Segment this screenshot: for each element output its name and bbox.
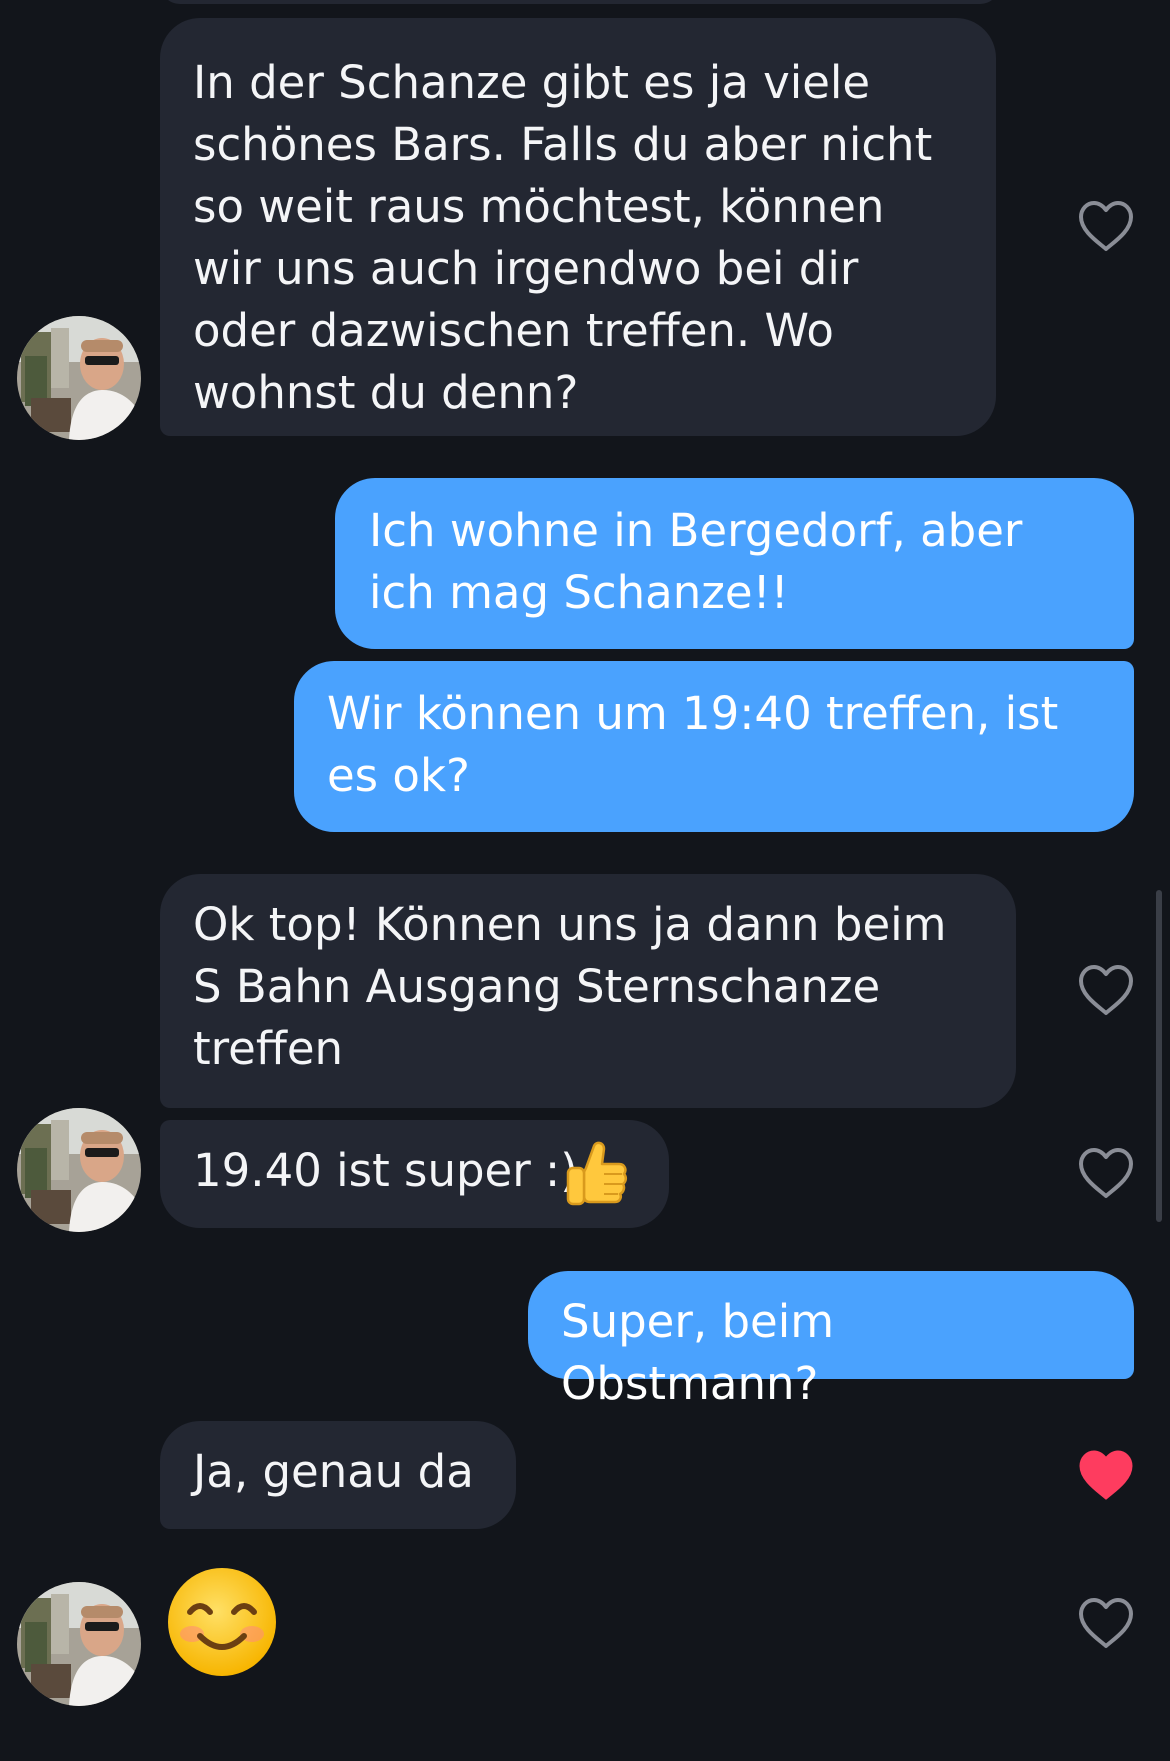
message-text: 19.40 ist super :): [193, 1144, 578, 1197]
message-text: Ok top! Können uns ja dann beim S Bahn A…: [193, 898, 947, 1075]
incoming-message-bubble[interactable]: Ja, genau da: [160, 1421, 516, 1529]
smiling-face-emoji[interactable]: [166, 1566, 278, 1678]
outgoing-message-bubble[interactable]: Wir können um 19:40 treffen, ist es ok?: [294, 661, 1134, 832]
previous-message-edge: [160, 0, 1000, 4]
heart-icon[interactable]: [1077, 964, 1135, 1016]
scrollbar[interactable]: [1156, 890, 1162, 1222]
incoming-message-bubble[interactable]: In der Schanze gibt es ja viele schönes …: [160, 18, 996, 436]
contact-avatar[interactable]: [17, 316, 141, 440]
chat-thread[interactable]: In der Schanze gibt es ja viele schönes …: [0, 0, 1170, 1761]
heart-icon[interactable]: [1077, 1597, 1135, 1649]
heart-filled-icon[interactable]: [1077, 1449, 1135, 1501]
incoming-message-bubble[interactable]: 19.40 ist super :): [160, 1120, 669, 1228]
heart-icon[interactable]: [1077, 200, 1135, 252]
contact-avatar[interactable]: [17, 1108, 141, 1232]
contact-avatar[interactable]: [17, 1582, 141, 1706]
message-text: Ich wohne in Bergedorf, aber ich mag Sch…: [369, 504, 1023, 619]
thumbs-up-emoji: [566, 1141, 628, 1206]
incoming-message-bubble[interactable]: Ok top! Können uns ja dann beim S Bahn A…: [160, 874, 1016, 1108]
heart-icon[interactable]: [1077, 1147, 1135, 1199]
outgoing-message-bubble[interactable]: Super, beim Obstmann?: [528, 1271, 1134, 1410]
message-text: Wir können um 19:40 treffen, ist es ok?: [327, 687, 1059, 802]
message-text: Ja, genau da: [193, 1445, 474, 1498]
message-text: In der Schanze gibt es ja viele schönes …: [193, 56, 933, 419]
outgoing-message-bubble[interactable]: Ich wohne in Bergedorf, aber ich mag Sch…: [335, 478, 1134, 649]
message-text: Super, beim Obstmann?: [561, 1295, 835, 1410]
